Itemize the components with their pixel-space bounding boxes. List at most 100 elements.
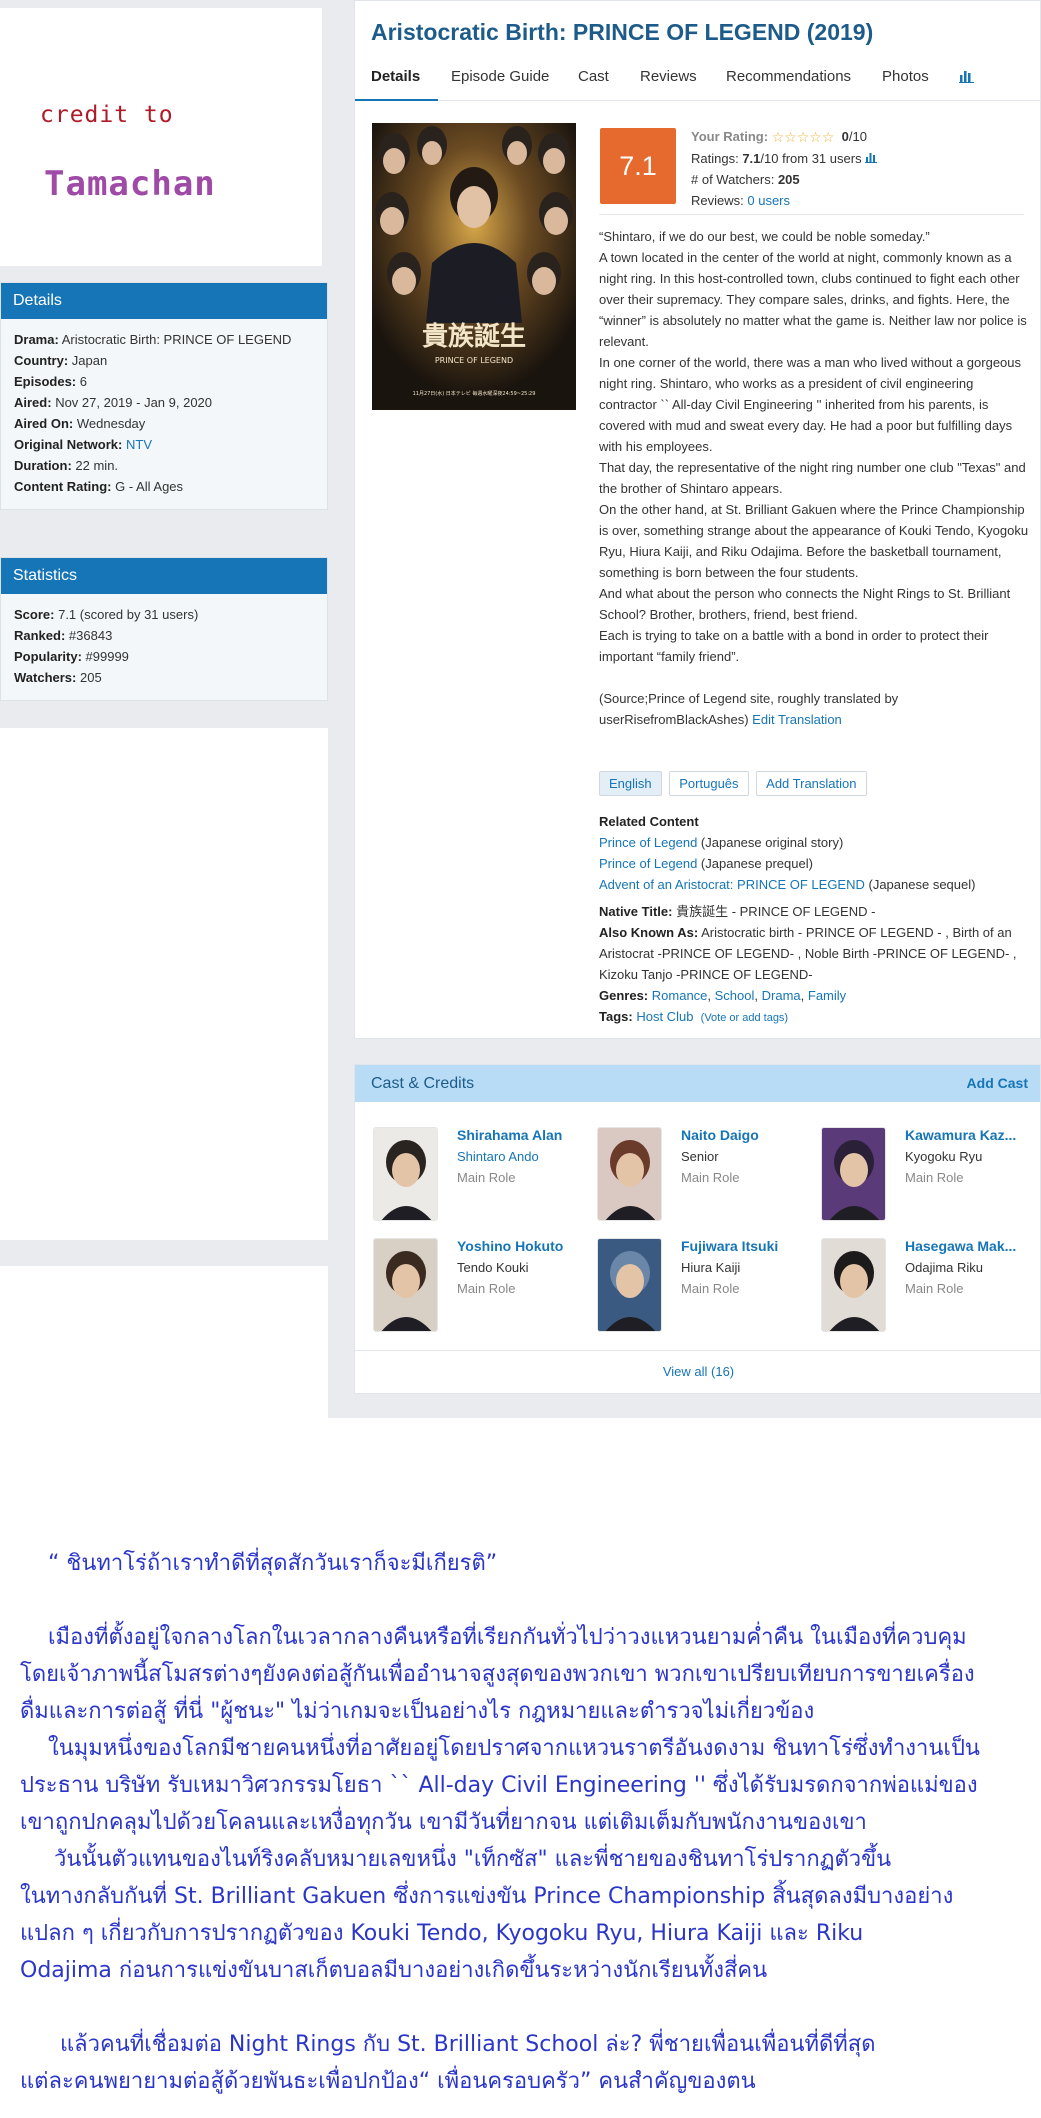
star-rating-input[interactable]: ☆☆☆☆☆: [772, 127, 835, 148]
cast-role: Main Role: [905, 1170, 964, 1185]
svg-text:貴族誕生: 貴族誕生: [422, 321, 526, 352]
thai-line: แต่ละคนพยายามต่อสู้ด้วยพันธะเพื่อปกป้อง“…: [20, 2069, 756, 2094]
main-content: Aristocratic Birth: PRINCE OF LEGEND (20…: [354, 0, 1041, 1039]
page-title: Aristocratic Birth: PRINCE OF LEGEND (20…: [371, 19, 874, 45]
thai-line: “ ชินทาโร่ถ้าเราทำดีที่สุดสักวันเราก็จะม…: [48, 1551, 498, 1576]
divider: [599, 214, 1024, 215]
stat-row-score: Score: 7.1 (scored by 31 users): [14, 607, 199, 622]
language-selector: English Português Add Translation: [599, 771, 871, 796]
your-rating-row: Your Rating: ☆☆☆☆☆ 0/10: [691, 126, 878, 148]
details-list: Drama: Aristocratic Birth: PRINCE OF LEG…: [1, 319, 327, 509]
cast-member[interactable]: Hasegawa Mak... Odajima Riku Main Role: [821, 1238, 1036, 1338]
cast-role: Main Role: [681, 1281, 740, 1296]
cast-photo[interactable]: [373, 1238, 438, 1332]
thai-line: ดื่มและการต่อสู้ ที่นี่ "ผู้ชนะ" ไม่ว่าเ…: [20, 1699, 815, 1724]
stat-row-watchers: Watchers: 205: [14, 670, 102, 685]
related-item: Prince of Legend (Japanese original stor…: [599, 835, 844, 850]
related-item: Advent of an Aristocrat: PRINCE OF LEGEN…: [599, 877, 976, 892]
cast-photo[interactable]: [821, 1238, 886, 1332]
view-all-cast-link[interactable]: View all (16): [355, 1364, 1041, 1379]
cast-character: Kyogoku Ryu: [905, 1149, 983, 1164]
tab-recommendations[interactable]: Recommendations: [726, 68, 851, 85]
cast-name-link[interactable]: Kawamura Kaz...: [905, 1127, 1030, 1143]
edit-translation-link[interactable]: Edit Translation: [752, 712, 842, 727]
cast-header: Cast & Credits Add Cast: [355, 1065, 1040, 1102]
synopsis-paragraph: And what about the person who connects t…: [599, 586, 1011, 622]
add-translation-button[interactable]: Add Translation: [756, 771, 867, 796]
tab-episode-guide[interactable]: Episode Guide: [451, 68, 549, 85]
cast-name-link[interactable]: Fujiwara Itsuki: [681, 1238, 806, 1254]
cast-name-link[interactable]: Shirahama Alan: [457, 1127, 582, 1143]
synopsis-paragraph: That day, the representative of the nigh…: [599, 460, 1026, 496]
genre-link[interactable]: Drama: [762, 988, 801, 1003]
details-box: Details Drama: Aristocratic Birth: PRINC…: [0, 282, 328, 510]
cast-member[interactable]: Shirahama Alan Shintaro Ando Main Role: [373, 1127, 588, 1227]
bar-chart-icon[interactable]: [959, 69, 975, 87]
genre-link[interactable]: Family: [808, 988, 846, 1003]
cast-member[interactable]: Yoshino Hokuto Tendo Kouki Main Role: [373, 1238, 588, 1338]
thai-line: โดยเจ้าภาพนี้สโมสรต่างๆยังคงต่อสู้กันเพื…: [20, 1662, 975, 1687]
related-link[interactable]: Prince of Legend: [599, 856, 697, 871]
related-content: Related Content Prince of Legend (Japane…: [599, 811, 1033, 895]
meta-info: Native Title: 貴族誕生 - PRINCE OF LEGEND - …: [599, 901, 1033, 1029]
cast-role: Main Role: [457, 1281, 516, 1296]
statistics-list: Score: 7.1 (scored by 31 users) Ranked: …: [1, 594, 327, 700]
svg-text:PRINCE OF LEGEND: PRINCE OF LEGEND: [435, 356, 513, 365]
thai-line: ในทางกลับกันที่ St. Brilliant Gakuen ซึ่…: [20, 1884, 954, 1909]
credit-name: Tamachan: [44, 164, 216, 204]
statistics-header: Statistics: [1, 558, 327, 594]
watchers-row: # of Watchers: 205: [691, 172, 800, 187]
cast-photo[interactable]: [821, 1127, 886, 1221]
related-link[interactable]: Prince of Legend: [599, 835, 697, 850]
tab-reviews[interactable]: Reviews: [640, 68, 697, 85]
tab-bar: Details Episode Guide Cast Reviews Recom…: [355, 59, 1041, 101]
cast-name-link[interactable]: Yoshino Hokuto: [457, 1238, 582, 1254]
vote-tags-link[interactable]: (Vote or add tags): [701, 1012, 788, 1024]
tab-photos[interactable]: Photos: [882, 68, 929, 85]
language-english-button[interactable]: English: [599, 771, 662, 796]
drama-poster[interactable]: 貴族誕生 PRINCE OF LEGEND 11月27日(水) 日本テレビ 毎週…: [372, 123, 576, 410]
synopsis-paragraph: Each is trying to take on a battle with …: [599, 628, 989, 664]
tab-cast[interactable]: Cast: [578, 68, 609, 85]
ratings-chart-icon[interactable]: [865, 151, 878, 166]
cast-name-link[interactable]: Hasegawa Mak...: [905, 1238, 1030, 1254]
synopsis: “Shintaro, if we do our best, we could b…: [599, 226, 1033, 730]
related-link[interactable]: Advent of an Aristocrat: PRINCE OF LEGEN…: [599, 877, 865, 892]
network-link[interactable]: NTV: [126, 437, 152, 452]
cast-member[interactable]: Kawamura Kaz... Kyogoku Ryu Main Role: [821, 1127, 1036, 1227]
credit-line: credit to: [40, 102, 174, 128]
native-title-row: Native Title: 貴族誕生 - PRINCE OF LEGEND -: [599, 904, 876, 919]
thai-synopsis: “ ชินทาโร่ถ้าเราทำดีที่สุดสักวันเราก็จะม…: [20, 1545, 1030, 2100]
reviews-link[interactable]: 0 users: [747, 193, 790, 208]
cast-member[interactable]: Naito Daigo Senior Main Role: [597, 1127, 812, 1227]
detail-row-country: Country: Japan: [14, 353, 108, 368]
sidebar-ad-slot-2: [0, 1266, 328, 1418]
related-content-header: Related Content: [599, 814, 699, 829]
svg-text:11月27日(水) 日本テレビ 毎週水曜深夜24:59~25: 11月27日(水) 日本テレビ 毎週水曜深夜24:59~25:29: [413, 390, 536, 397]
ratings-row: Ratings: 7.1/10 from 31 users: [691, 148, 878, 169]
cast-photo[interactable]: [597, 1127, 662, 1221]
cast-character: Hiura Kaiji: [681, 1260, 741, 1275]
synopsis-source: (Source;Prince of Legend site, roughly t…: [599, 691, 899, 727]
cast-name-link[interactable]: Naito Daigo: [681, 1127, 806, 1143]
detail-row-duration: Duration: 22 min.: [14, 458, 119, 473]
cast-photo[interactable]: [373, 1127, 438, 1221]
thai-line: [20, 1582, 1030, 1619]
thai-line: วันนั้นตัวแทนของไนท์ริงคลับหมายเลขหนึ่ง …: [54, 1847, 892, 1872]
cast-photo[interactable]: [597, 1238, 662, 1332]
thai-line: [20, 1989, 1030, 2026]
cast-character[interactable]: Shintaro Ando: [457, 1149, 539, 1164]
credit-box: credit to Tamachan: [0, 8, 322, 266]
genre-link[interactable]: Romance: [652, 988, 708, 1003]
tags-row: Tags: Host Club (Vote or add tags): [599, 1009, 789, 1024]
cast-member[interactable]: Fujiwara Itsuki Hiura Kaiji Main Role: [597, 1238, 812, 1338]
add-cast-button[interactable]: Add Cast: [967, 1075, 1028, 1091]
language-portuguese-button[interactable]: Português: [669, 771, 749, 796]
tag-link[interactable]: Host Club: [636, 1009, 693, 1024]
detail-row-network: Original Network: NTV: [14, 437, 152, 452]
detail-row-content-rating: Content Rating: G - All Ages: [14, 479, 184, 494]
thai-line: ประธาน บริษัท รับเหมาวิศวกรรมโยธา `` All…: [20, 1773, 978, 1798]
genre-link[interactable]: School: [715, 988, 755, 1003]
tab-details[interactable]: Details: [371, 68, 420, 85]
statistics-box: Statistics Score: 7.1 (scored by 31 user…: [0, 557, 328, 701]
